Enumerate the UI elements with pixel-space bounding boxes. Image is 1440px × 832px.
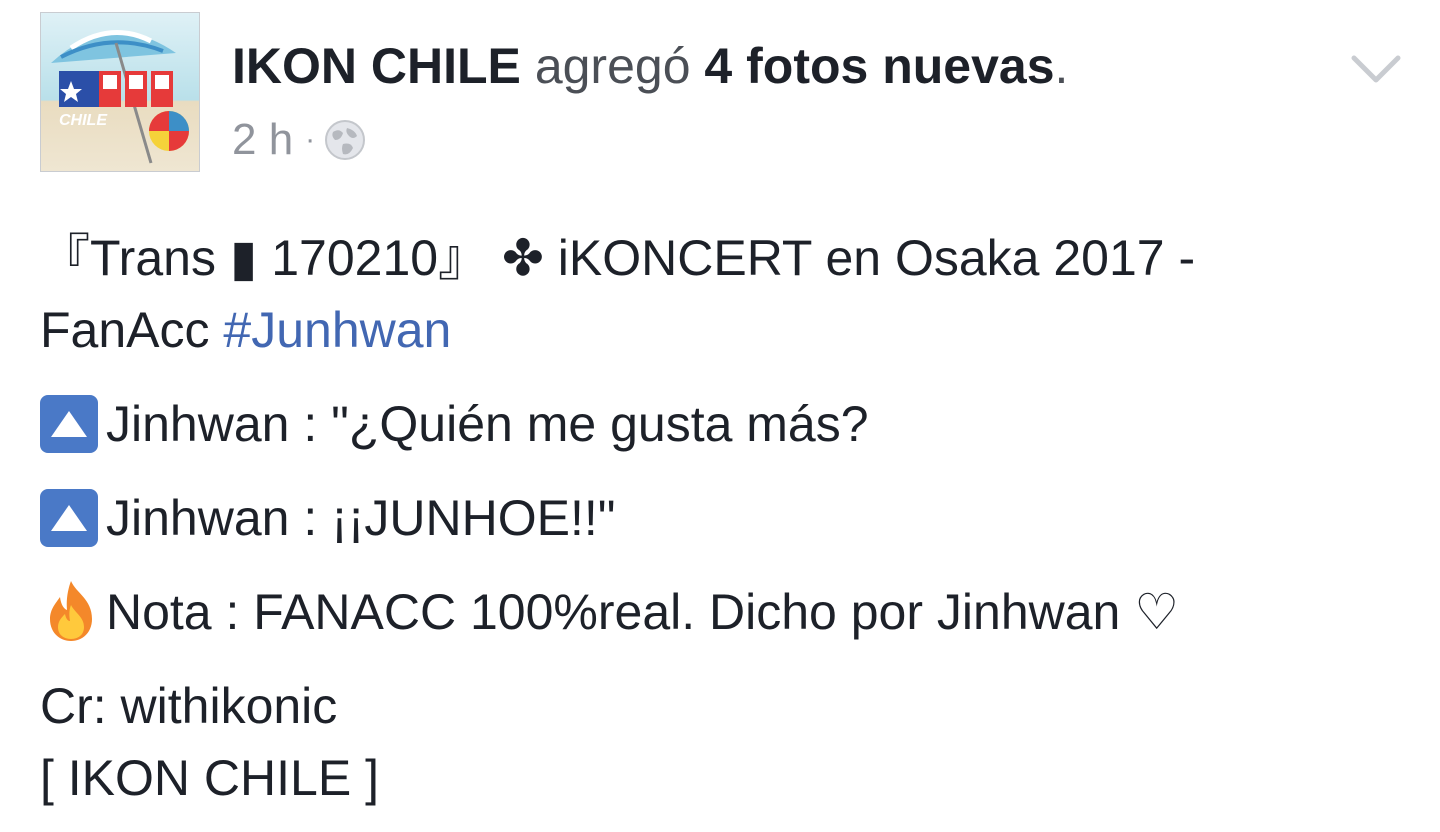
post-card: CHILE IKON CHILE agregó 4 fotos nuevas. … (0, 0, 1440, 832)
title-line: 『Trans ▮ 170210』 ✤ iKONCERT en Osaka 201… (40, 222, 1420, 294)
credit-line: Cr: withikonic (40, 678, 338, 734)
up-arrow-icon (40, 395, 98, 453)
photos-link[interactable]: 4 fotos nuevas (704, 38, 1054, 94)
signature-line: [ IKON CHILE ] (40, 750, 379, 806)
hashtag-link[interactable]: #Junhwan (223, 302, 451, 358)
chevron-down-icon[interactable] (1348, 48, 1404, 88)
quote-1-text: Jinhwan : "¿Quién me gusta más? (106, 396, 869, 452)
fanacc-text: FanAcc (40, 302, 224, 358)
quote-line-2: Jinhwan : ¡¡JUNHOE!!" (40, 482, 1420, 554)
title-part-2: iKONCERT en Osaka 2017 - (543, 230, 1196, 286)
club-symbol: ✤ (502, 229, 544, 287)
timestamp[interactable]: 2 h (232, 115, 293, 165)
title-part-1: 『Trans ▮ 170210』 (40, 230, 502, 286)
post-meta: 2 h · (232, 112, 367, 168)
meta-separator: · (305, 123, 316, 156)
quote-2-text: Jinhwan : ¡¡JUNHOE!!" (106, 490, 616, 546)
header-period: . (1054, 38, 1069, 94)
author-name[interactable]: IKON CHILE (232, 38, 521, 94)
note-line: Nota : FANACC 100%real. Dicho por Jinhwa… (40, 576, 1420, 648)
page-avatar[interactable]: CHILE (40, 12, 200, 172)
post-header: IKON CHILE agregó 4 fotos nuevas. (232, 34, 1068, 98)
fanacc-line: FanAcc #Junhwan (40, 294, 1420, 366)
note-text: Nota : FANACC 100%real. Dicho por Jinhwa… (106, 584, 1180, 640)
action-text: agregó (534, 38, 691, 94)
post-body: 『Trans ▮ 170210』 ✤ iKONCERT en Osaka 201… (40, 222, 1420, 814)
up-arrow-icon (40, 489, 98, 547)
avatar-logo-text: CHILE (59, 112, 108, 129)
globe-icon[interactable] (323, 118, 367, 162)
quote-line-1: Jinhwan : "¿Quién me gusta más? (40, 388, 1420, 460)
fire-icon (40, 579, 102, 643)
